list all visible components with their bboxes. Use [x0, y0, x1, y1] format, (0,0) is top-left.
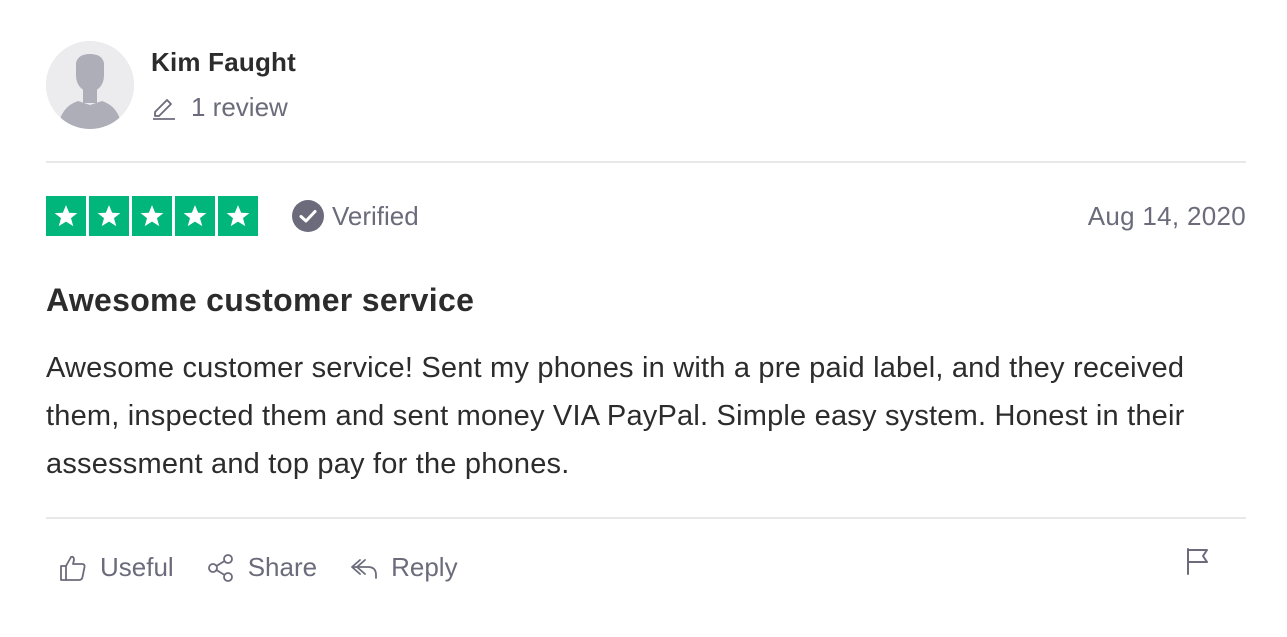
rating-row: Verified Aug 14, 2020 — [46, 196, 1246, 236]
share-button[interactable]: Share — [206, 552, 317, 583]
verified-label: Verified — [332, 200, 419, 231]
thumbs-up-icon — [60, 555, 86, 581]
divider — [46, 517, 1246, 519]
star-icon — [226, 205, 250, 227]
consumer-info: Kim Faught 1 review — [46, 41, 296, 129]
star-icon — [140, 205, 164, 227]
star-5 — [218, 196, 258, 236]
star-icon — [54, 205, 78, 227]
share-icon — [207, 553, 233, 582]
review-count-label: 1 review — [191, 92, 288, 122]
star-2 — [89, 196, 129, 236]
avatar[interactable] — [46, 41, 134, 129]
review-title[interactable]: Awesome customer service — [46, 282, 474, 319]
star-3 — [132, 196, 172, 236]
consumer-name[interactable]: Kim Faught — [151, 46, 296, 78]
divider — [46, 161, 1246, 163]
star-rating — [46, 196, 258, 236]
useful-label: Useful — [100, 552, 174, 582]
reply-button[interactable]: Reply — [349, 552, 458, 583]
consumer-details: Kim Faught 1 review — [151, 41, 296, 122]
review-body: Awesome customer service! Sent my phones… — [46, 352, 1185, 480]
flag-icon[interactable] — [1183, 546, 1213, 576]
star-icon — [97, 205, 121, 227]
pencil-icon — [153, 99, 175, 120]
useful-button[interactable]: Useful — [58, 552, 174, 583]
verified-badge[interactable]: Verified — [292, 200, 419, 232]
star-4 — [175, 196, 215, 236]
reply-label: Reply — [391, 552, 458, 582]
check-circle-icon — [292, 200, 324, 232]
review-actions: Useful Share Reply — [58, 552, 490, 583]
review-count: 1 review — [151, 92, 296, 122]
share-label: Share — [247, 552, 318, 582]
review-date: Aug 14, 2020 — [1087, 200, 1246, 231]
user-silhouette-icon — [46, 41, 134, 129]
reply-icon — [351, 558, 377, 579]
review-card: Kim Faught 1 review Verified Aug 14, 202… — [0, 0, 1287, 637]
star-icon — [183, 205, 207, 227]
star-1 — [46, 196, 86, 236]
